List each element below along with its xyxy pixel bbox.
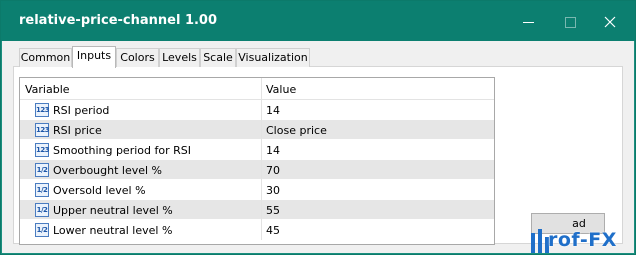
variable-value[interactable]: 70 bbox=[266, 164, 280, 177]
variable-value[interactable]: 30 bbox=[266, 184, 280, 197]
minimize-button[interactable] bbox=[513, 9, 543, 35]
variable-name: Oversold level % bbox=[53, 184, 146, 197]
watermark-text: rof-FX bbox=[548, 229, 617, 251]
cell-divider bbox=[261, 100, 262, 120]
cell-divider bbox=[261, 180, 262, 200]
integer-icon: 123 bbox=[35, 103, 50, 117]
table-row[interactable]: 1/2 Upper neutral level % 55 bbox=[20, 200, 494, 220]
variable-name: RSI price bbox=[53, 124, 102, 137]
table-row[interactable]: 123 Smoothing period for RSI 14 bbox=[20, 140, 494, 160]
tab-inputs[interactable]: Inputs bbox=[72, 46, 116, 68]
tab-colors[interactable]: Colors bbox=[116, 48, 159, 67]
cell-divider bbox=[261, 220, 262, 240]
grid-header: Variable Value bbox=[20, 78, 494, 100]
double-icon: 1/2 bbox=[35, 223, 49, 237]
variable-name: Upper neutral level % bbox=[53, 204, 173, 217]
tab-scale[interactable]: Scale bbox=[200, 48, 236, 67]
window-title: relative-price-channel 1.00 bbox=[19, 13, 218, 28]
maximize-button[interactable] bbox=[555, 9, 585, 35]
variable-value[interactable]: 45 bbox=[266, 224, 280, 237]
variable-name: Smoothing period for RSI bbox=[53, 144, 191, 157]
cell-divider bbox=[261, 160, 262, 180]
variable-name: RSI period bbox=[53, 104, 110, 117]
tab-levels[interactable]: Levels bbox=[159, 48, 200, 67]
variable-value[interactable]: 14 bbox=[266, 144, 280, 157]
dialog-window: relative-price-channel 1.00 Common Input… bbox=[0, 0, 636, 255]
cell-divider bbox=[261, 200, 262, 220]
variable-value[interactable]: Close price bbox=[266, 124, 327, 137]
double-icon: 1/2 bbox=[35, 203, 49, 217]
minimize-icon bbox=[522, 21, 534, 23]
table-row[interactable]: 1/2 Lower neutral level % 45 bbox=[20, 220, 494, 240]
inputs-grid: Variable Value 123 RSI period 14 123 RSI… bbox=[19, 77, 495, 245]
tab-common[interactable]: Common bbox=[19, 48, 72, 67]
integer-icon: 123 bbox=[35, 143, 50, 157]
integer-icon: 123 bbox=[35, 123, 50, 137]
variable-name: Overbought level % bbox=[53, 164, 163, 177]
column-header-variable[interactable]: Variable bbox=[25, 83, 70, 96]
variable-name: Lower neutral level % bbox=[53, 224, 173, 237]
maximize-icon bbox=[564, 16, 576, 28]
cell-divider bbox=[261, 120, 262, 140]
variable-value[interactable]: 14 bbox=[266, 104, 280, 117]
table-row[interactable]: 1/2 Overbought level % 70 bbox=[20, 160, 494, 180]
tab-visualization[interactable]: Visualization bbox=[236, 48, 310, 67]
close-button[interactable] bbox=[595, 9, 625, 35]
variable-value[interactable]: 55 bbox=[266, 204, 280, 217]
column-divider[interactable] bbox=[261, 78, 262, 100]
double-icon: 1/2 bbox=[35, 183, 49, 197]
table-row[interactable]: 123 RSI period 14 bbox=[20, 100, 494, 120]
column-header-value[interactable]: Value bbox=[266, 83, 296, 96]
title-bar[interactable]: relative-price-channel 1.00 bbox=[1, 1, 635, 41]
cell-divider bbox=[261, 140, 262, 160]
double-icon: 1/2 bbox=[35, 163, 49, 177]
table-row[interactable]: 1/2 Oversold level % 30 bbox=[20, 180, 494, 200]
close-icon bbox=[604, 16, 616, 28]
table-row[interactable]: 123 RSI price Close price bbox=[20, 120, 494, 140]
